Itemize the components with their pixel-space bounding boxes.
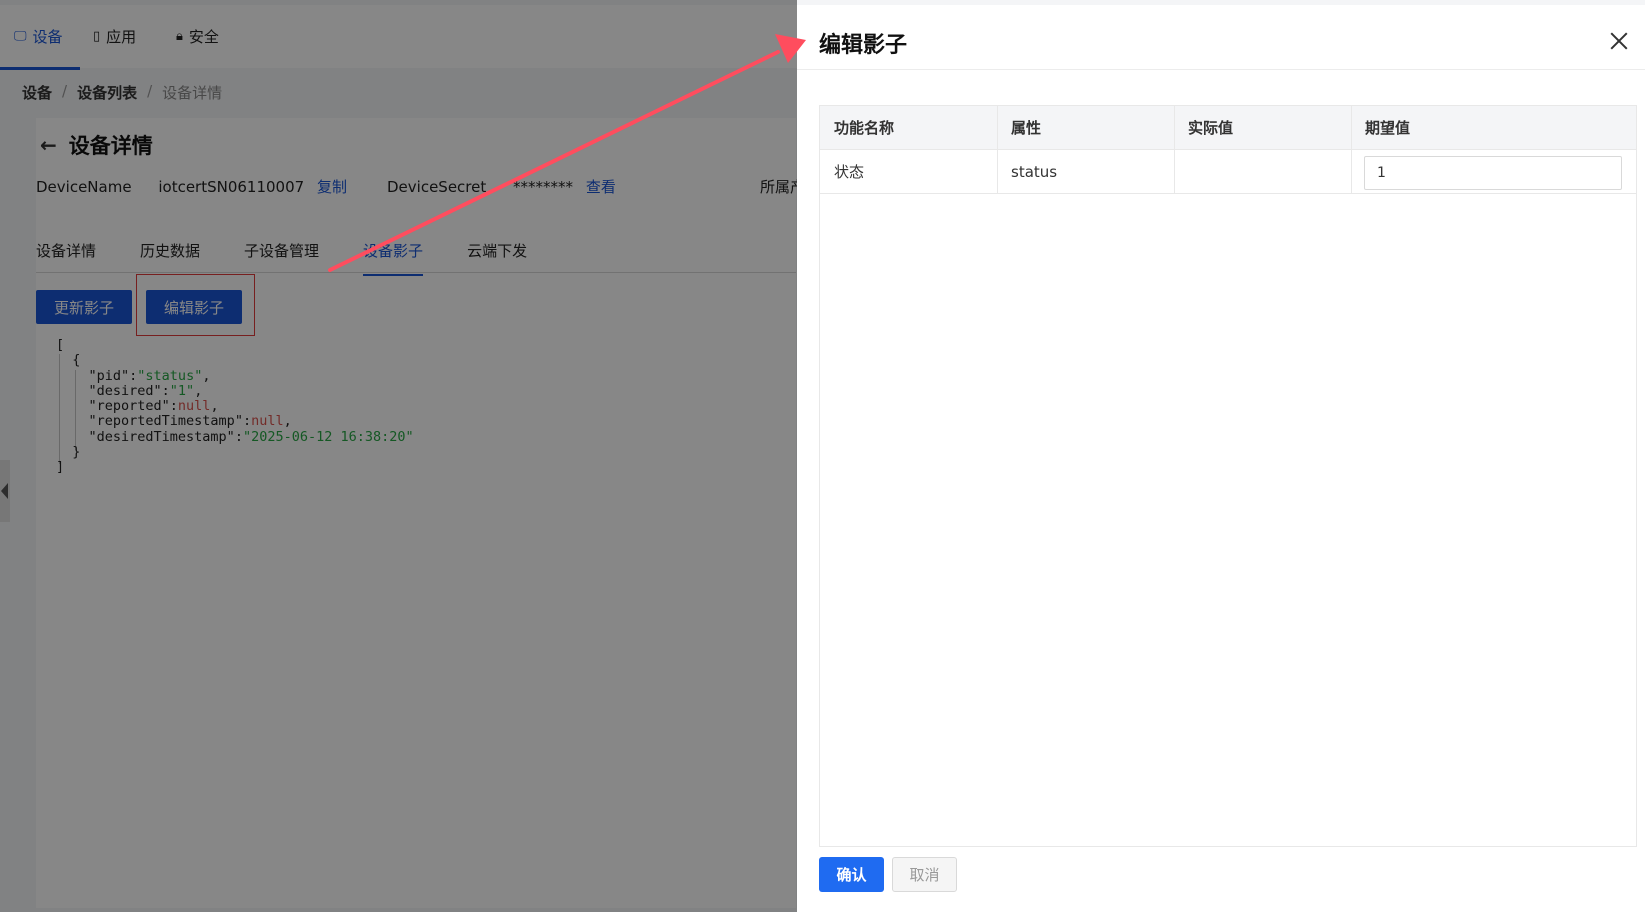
desired-value-input[interactable]: [1364, 156, 1622, 190]
column-header-actual-value: 实际值: [1188, 119, 1234, 137]
cell-actual-value: [1174, 150, 1351, 193]
column-header-property: 属性: [1011, 119, 1042, 137]
column-header-function-name: 功能名称: [834, 119, 895, 137]
drawer-overlay-mask[interactable]: [0, 0, 797, 912]
shadow-edit-table: 功能名称 属性 实际值 期望值 状态 status: [819, 105, 1637, 847]
edit-shadow-drawer: 编辑影子 功能名称 属性 实际值 期望值 状态 status 确认 取消: [797, 5, 1645, 912]
drawer-title: 编辑影子: [819, 33, 908, 58]
table-header: 功能名称 属性 实际值 期望值: [820, 106, 1636, 150]
column-divider: [997, 106, 998, 193]
close-icon[interactable]: [1609, 31, 1629, 51]
confirm-button[interactable]: 确认: [819, 857, 884, 892]
table-row: 状态 status: [820, 150, 1636, 194]
column-divider: [1174, 106, 1175, 193]
cancel-button[interactable]: 取消: [892, 857, 957, 892]
drawer-header: 编辑影子: [797, 5, 1645, 70]
column-header-desired-value: 期望值: [1365, 119, 1411, 137]
cell-function-name: 状态: [834, 163, 865, 181]
column-divider: [1351, 106, 1352, 193]
cell-property: status: [1011, 162, 1058, 181]
